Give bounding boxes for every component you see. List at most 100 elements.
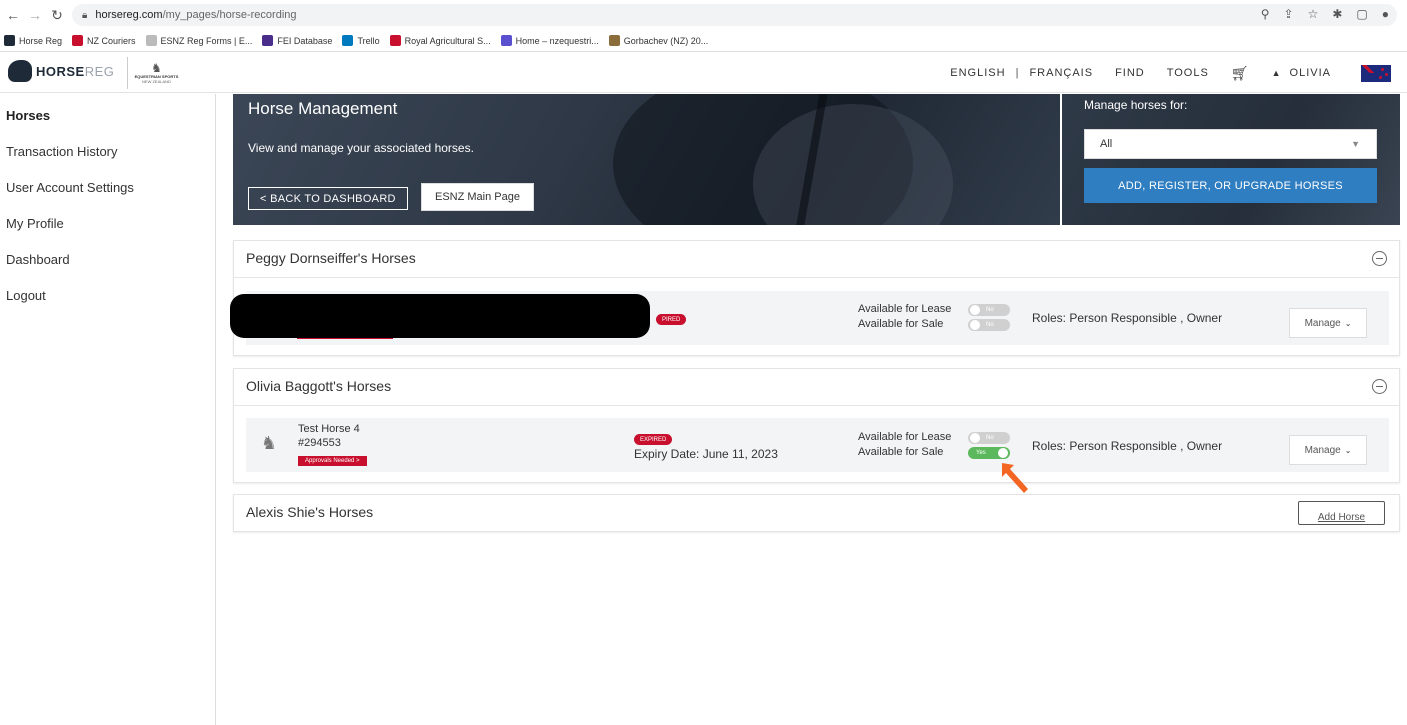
bookmark[interactable]: Trello [342, 35, 380, 46]
esnz-horse-icon: ♞ [151, 61, 162, 75]
sidebar-item-logout[interactable]: Logout [6, 288, 46, 303]
sidebar-item-dashboard[interactable]: Dashboard [6, 252, 70, 267]
logo-text: HORSEREG [36, 63, 115, 79]
horsereg-logo[interactable]: HORSEREG [8, 60, 114, 82]
bookmark-label: Royal Agricultural S... [404, 35, 491, 46]
manage-button[interactable]: Manage ⌄ [1289, 308, 1367, 338]
nav-separator: | [1015, 67, 1020, 79]
bookmark-label: Trello [357, 35, 380, 46]
star-icon[interactable]: ☆ [1308, 7, 1319, 21]
add-register-upgrade-button[interactable]: ADD, REGISTER, OR UPGRADE HORSES [1084, 168, 1377, 203]
bookmark-label: FEI Database [277, 35, 333, 46]
lock-icon: 🔒︎ [82, 9, 88, 21]
owner-card-title: Olivia Baggott's Horses [246, 378, 392, 394]
bookmark-favicon-icon [262, 35, 274, 46]
manage-horses-select[interactable]: All ▼ [1084, 129, 1377, 159]
bookmark-label: NZ Couriers [87, 35, 136, 46]
owner-card-header: Peggy Dornseiffer's Horses [234, 241, 1399, 278]
lease-toggle[interactable]: No [968, 432, 1010, 444]
bookmark-favicon-icon [72, 35, 84, 46]
sidepanel-icon[interactable]: ▢ [1356, 7, 1367, 21]
site-header: HORSEREG ♞ EQUESTRIAN SPORTS NEW ZEALAND… [0, 53, 1407, 93]
toggle-label: No [986, 307, 994, 313]
bookmark[interactable]: NZ Couriers [72, 35, 136, 46]
toggle-knob [970, 320, 980, 330]
bookmark[interactable]: Gorbachev (NZ) 20... [608, 35, 708, 46]
forward-arrow-icon[interactable]: → [24, 4, 46, 26]
manage-horses-panel: Manage horses for: All ▼ ADD, REGISTER, … [1062, 94, 1400, 225]
horse-number: #294553 [298, 437, 341, 449]
bookmark[interactable]: Home – nzequestri... [500, 35, 599, 46]
add-horse-button[interactable]: Add Horse [1298, 501, 1385, 525]
address-bar[interactable]: 🔒︎ horsereg.com/my_pages/horse-recording… [72, 4, 1397, 26]
horse-name[interactable]: Test Horse 4 [298, 423, 360, 435]
horse-head-icon: ♞ [260, 432, 278, 453]
url-path: /my_pages/horse-recording [162, 9, 297, 21]
sidebar-item-horses[interactable]: Horses [6, 108, 50, 123]
status-badge: EXPIRED [634, 434, 673, 445]
nav-find[interactable]: FIND [1115, 67, 1145, 79]
browser-toolbar: ← → ↻ 🔒︎ horsereg.com/my_pages/horse-rec… [0, 0, 1407, 30]
collapse-icon[interactable] [1372, 379, 1387, 394]
profile-icon[interactable]: ● [1382, 7, 1389, 21]
header-nav: ENGLISH | FRANÇAIS FIND TOOLS 🛒︎ ▲ OLIVIA [950, 53, 1391, 93]
manage-button[interactable]: Manage ⌄ [1289, 435, 1367, 465]
user-icon: ▲ [1271, 68, 1282, 78]
annotation-arrow-icon [1002, 463, 1028, 493]
nav-english[interactable]: ENGLISH [950, 67, 1005, 79]
sale-toggle[interactable]: No [968, 319, 1010, 331]
sidebar: Horses Transaction History User Account … [0, 94, 216, 725]
expiry-date: Expiry Date: June 11, 2023 [634, 447, 778, 461]
toggle-label: No [986, 435, 994, 441]
bookmark[interactable]: Horse Reg [4, 35, 62, 46]
collapse-icon[interactable] [1372, 251, 1387, 266]
bookmark-label: Horse Reg [19, 35, 63, 46]
bookmark[interactable]: ESNZ Reg Forms | E... [145, 35, 253, 46]
cart-icon[interactable]: 🛒︎ [1231, 65, 1250, 82]
chevron-down-icon: ▼ [1351, 139, 1360, 149]
sidebar-item-user-account-settings[interactable]: User Account Settings [6, 180, 134, 195]
nav-french[interactable]: FRANÇAIS [1029, 67, 1093, 79]
url-host: horsereg.com [95, 9, 163, 21]
owner-card-header: Olivia Baggott's Horses [234, 369, 1399, 406]
manage-label: Manage [1304, 444, 1341, 456]
bookmarks-bar: Horse Reg NZ Couriers ESNZ Reg Forms | E… [0, 30, 1407, 52]
bookmark[interactable]: Royal Agricultural S... [389, 35, 491, 46]
flag-star [1385, 72, 1388, 76]
bookmark-favicon-icon [389, 35, 401, 46]
reload-icon[interactable]: ↻ [46, 4, 68, 26]
nav-tools[interactable]: TOOLS [1167, 67, 1209, 79]
caret-down-icon: ⌄ [1344, 445, 1352, 455]
manage-label: Manage [1304, 317, 1341, 329]
owner-card: Alexis Shie's Horses Add Horse [233, 494, 1400, 532]
owner-card-title: Alexis Shie's Horses [246, 504, 374, 520]
approvals-needed-badge[interactable]: Approvals Needed > [298, 456, 367, 466]
bookmark-label: Home – nzequestri... [515, 35, 599, 46]
lease-label: Available for Lease [858, 303, 952, 315]
horse-management-banner: Horse Management View and manage your as… [233, 94, 1060, 225]
back-to-dashboard-button[interactable]: < BACK TO DASHBOARD [248, 187, 408, 210]
user-menu[interactable]: ▲ OLIVIA [1272, 67, 1331, 79]
location-icon[interactable]: ⚲ [1261, 7, 1270, 21]
share-icon[interactable]: ⇪ [1284, 7, 1294, 21]
caret-down-icon: ⌄ [1344, 318, 1352, 328]
redacted-area [230, 294, 650, 338]
owner-card: Olivia Baggott's Horses ♞ Test Horse 4 #… [233, 368, 1400, 483]
back-arrow-icon[interactable]: ← [2, 4, 24, 26]
manage-horses-label: Manage horses for: [1084, 98, 1188, 112]
nz-flag-icon[interactable] [1361, 64, 1391, 82]
bookmark-label: ESNZ Reg Forms | E... [160, 35, 253, 46]
toggle-label: Yes [976, 450, 986, 456]
esnz-logo-line2: NEW ZEALAND [142, 79, 171, 84]
sidebar-item-transaction-history[interactable]: Transaction History [6, 144, 118, 159]
bookmark-favicon-icon [145, 35, 157, 46]
roles-text: Roles: Person Responsible , Owner [1032, 439, 1223, 453]
flag-star [1381, 67, 1384, 71]
esnz-main-page-button[interactable]: ESNZ Main Page [421, 183, 534, 211]
extensions-icon[interactable]: ✱ [1332, 7, 1342, 21]
page-subtitle: View and manage your associated horses. [248, 141, 474, 155]
bookmark[interactable]: FEI Database [262, 35, 332, 46]
sale-toggle[interactable]: Yes [968, 447, 1010, 459]
sidebar-item-my-profile[interactable]: My Profile [6, 216, 64, 231]
lease-toggle[interactable]: No [968, 304, 1010, 316]
